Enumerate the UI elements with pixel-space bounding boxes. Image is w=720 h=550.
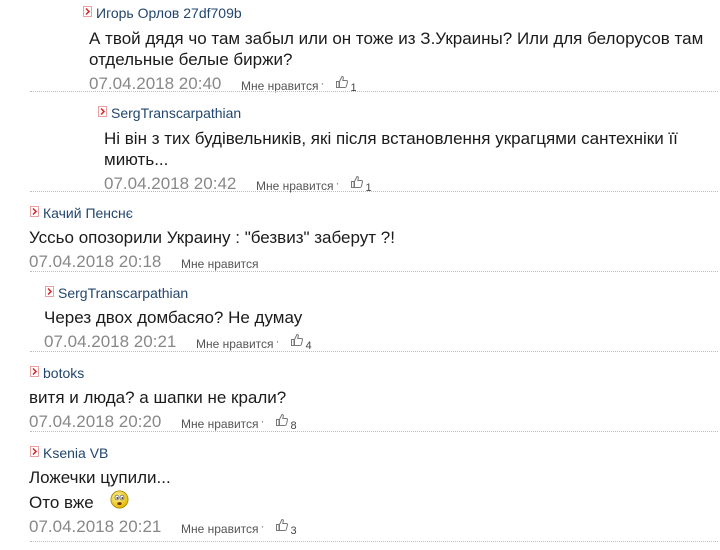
separator-dot: · bbox=[260, 519, 265, 534]
comment-header: Игорь Орлов 27df709b bbox=[83, 3, 718, 23]
smiley-icon bbox=[110, 490, 129, 509]
comment-date: 07.04.2018 20:20 bbox=[29, 412, 162, 431]
comment-divider bbox=[30, 431, 718, 432]
thumbs-up-icon[interactable] bbox=[275, 518, 289, 532]
author-link[interactable]: botoks bbox=[43, 365, 84, 381]
arrow-right-icon bbox=[30, 205, 39, 217]
comment: SergTranscarpathian Через двох домбасяо?… bbox=[44, 283, 718, 355]
author-link[interactable]: Качий Пенснє bbox=[43, 205, 133, 221]
comment-text-line: Ложечки цупили... bbox=[29, 468, 171, 487]
like-count: 1 bbox=[350, 82, 357, 94]
comment-text-line: Уссьо опозорили Украину : "безвиз" забер… bbox=[29, 228, 395, 247]
thumbs-up-icon[interactable] bbox=[275, 413, 289, 427]
thumbs-up-icon[interactable] bbox=[335, 75, 349, 89]
comment-date: 07.04.2018 20:21 bbox=[29, 517, 162, 537]
comment-meta: 07.04.2018 20:40 Мне нравится · 1 bbox=[89, 71, 718, 97]
comment: botoks витя и люда? а шапки не крали? 07… bbox=[29, 363, 718, 435]
comment: Ksenia VB Ложечки цупили... Ото вже 07.0… bbox=[29, 443, 718, 540]
comment-text-line-with-emoji: Ото вже bbox=[29, 490, 718, 513]
comment-divider bbox=[30, 91, 718, 92]
arrow-right-icon bbox=[83, 5, 92, 17]
comment-text: Уссьо опозорили Украину : "безвиз" забер… bbox=[29, 227, 718, 248]
comment-divider bbox=[30, 191, 718, 192]
comment-text-line: А твой дядя чо там забыл или он тоже из … bbox=[89, 29, 704, 48]
comment-header: botoks bbox=[30, 363, 718, 383]
like-button[interactable]: Мне нравится bbox=[181, 522, 259, 536]
comment-divider bbox=[30, 351, 718, 352]
comment-text-line: миють... bbox=[104, 150, 169, 169]
comment: Игорь Орлов 27df709b А твой дядя чо там … bbox=[83, 3, 718, 97]
comment-text: витя и люда? а шапки не крали? bbox=[29, 387, 718, 408]
author-link[interactable]: SergTranscarpathian bbox=[111, 105, 241, 121]
comment-text: Ложечки цупили... Ото вже bbox=[29, 467, 718, 513]
like-button[interactable]: Мне нравится bbox=[181, 257, 259, 271]
comment-text: А твой дядя чо там забыл или он тоже из … bbox=[89, 28, 718, 70]
arrow-right-icon bbox=[45, 285, 54, 297]
thumbs-up-icon[interactable] bbox=[290, 333, 304, 347]
comment-date: 07.04.2018 20:18 bbox=[29, 252, 162, 271]
comment-header: SergTranscarpathian bbox=[45, 283, 718, 303]
separator-dot: · bbox=[335, 176, 340, 190]
comment-header: Качий Пенснє bbox=[30, 203, 718, 223]
comment-divider bbox=[30, 541, 718, 542]
like-button[interactable]: Мне нравится bbox=[181, 417, 259, 431]
comment-meta: 07.04.2018 20:21 Мне нравится · 3 bbox=[29, 514, 718, 540]
like-count: 1 bbox=[365, 182, 372, 194]
comment-divider bbox=[30, 271, 718, 272]
thumbs-up-icon[interactable] bbox=[350, 175, 364, 189]
separator-dot: · bbox=[260, 414, 265, 428]
comment-text-line: отдельные белые биржи? bbox=[89, 50, 293, 69]
comment-text-line: Ні він з тих будівельників, які після вс… bbox=[104, 129, 678, 148]
like-count: 3 bbox=[290, 525, 297, 538]
comment-text: Через двох домбасяо? Не думау bbox=[44, 307, 718, 328]
like-button[interactable]: Мне нравится bbox=[196, 337, 274, 351]
separator-dot: · bbox=[275, 334, 280, 348]
comment: Качий Пенснє Уссьо опозорили Украину : "… bbox=[29, 203, 718, 275]
comment-header: SergTranscarpathian bbox=[98, 103, 718, 123]
comment: SergTranscarpathian Ні він з тих будівел… bbox=[98, 103, 718, 197]
comment-meta: 07.04.2018 20:42 Мне нравится · 1 bbox=[104, 171, 718, 197]
comment-date: 07.04.2018 20:21 bbox=[44, 332, 177, 351]
arrow-right-icon bbox=[98, 105, 107, 117]
comment-text-line: Через двох домбасяо? Не думау bbox=[44, 308, 303, 327]
comment-text-line: Ото вже bbox=[29, 493, 94, 512]
separator-dot: · bbox=[320, 76, 325, 90]
comment-text-line: витя и люда? а шапки не крали? bbox=[29, 388, 287, 407]
author-link[interactable]: SergTranscarpathian bbox=[58, 285, 188, 301]
arrow-right-icon bbox=[30, 445, 39, 457]
arrow-right-icon bbox=[30, 365, 39, 377]
author-link[interactable]: Ksenia VB bbox=[43, 445, 108, 461]
author-link[interactable]: Игорь Орлов 27df709b bbox=[96, 5, 242, 21]
comment-header: Ksenia VB bbox=[30, 443, 718, 463]
comment-text: Ні він з тих будівельників, які після вс… bbox=[104, 128, 718, 170]
